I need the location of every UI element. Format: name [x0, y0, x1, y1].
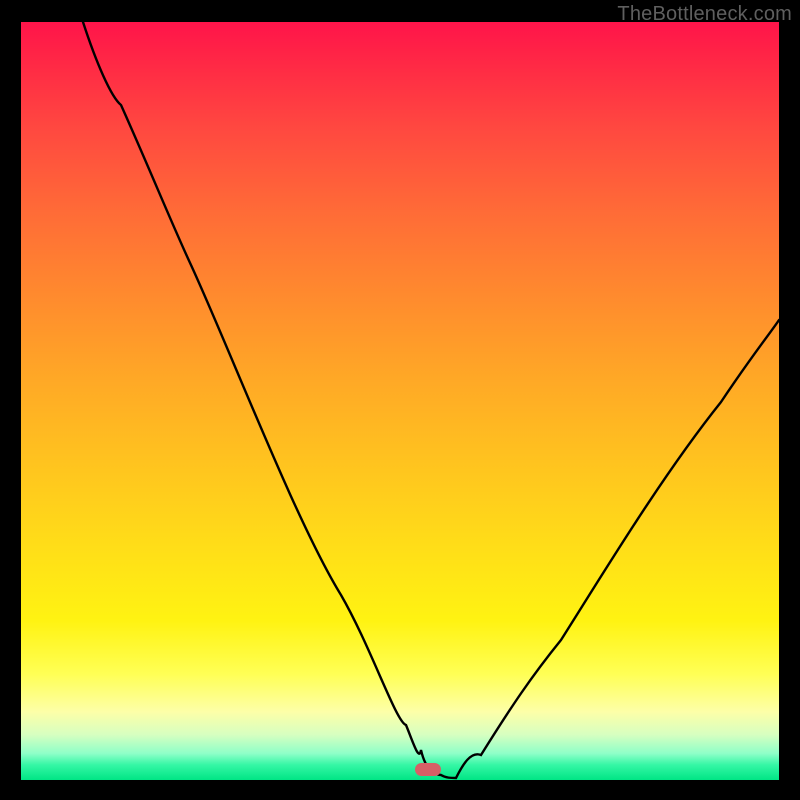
curve-svg: [21, 22, 779, 780]
bottleneck-curve-path: [83, 22, 779, 778]
chart-plot-area: [21, 22, 779, 780]
optimum-marker: [415, 763, 441, 776]
watermark-text: TheBottleneck.com: [617, 3, 792, 26]
chart-stage: TheBottleneck.com: [0, 0, 800, 800]
